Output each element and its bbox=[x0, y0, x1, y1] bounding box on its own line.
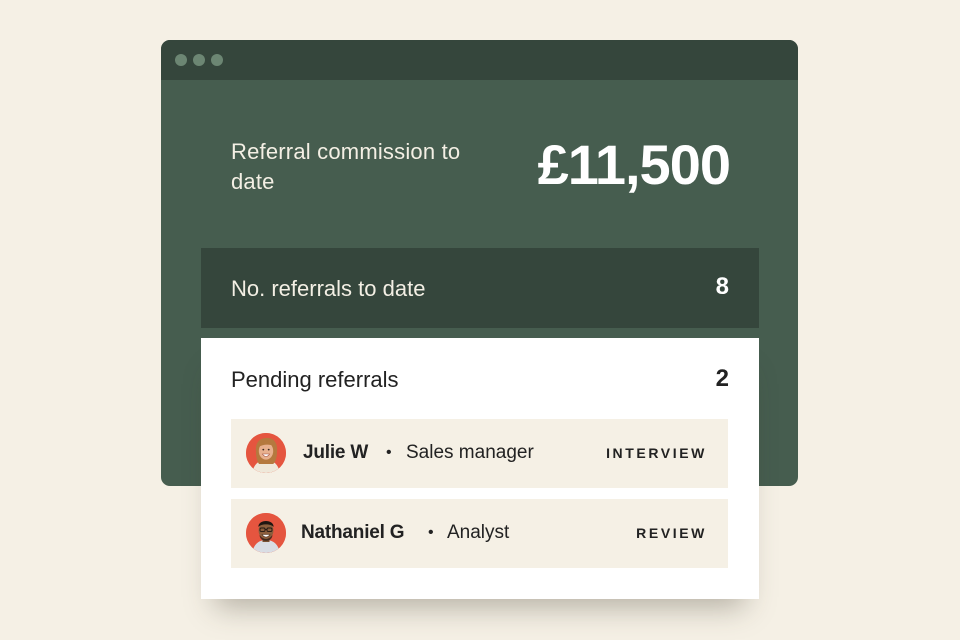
window-titlebar bbox=[161, 40, 798, 80]
referrals-summary-bar: No. referrals to date 8 bbox=[201, 248, 759, 328]
person-avatar-icon bbox=[246, 513, 286, 553]
pending-referrals-count: 2 bbox=[715, 365, 729, 392]
avatar bbox=[246, 433, 286, 473]
avatar bbox=[246, 513, 286, 553]
separator-dot: • bbox=[428, 524, 434, 541]
referrals-label: No. referrals to date bbox=[231, 276, 426, 301]
commission-label: Referral commission to date bbox=[231, 139, 461, 194]
window-control-dot[interactable] bbox=[193, 54, 205, 66]
pending-referral-row[interactable]: Julie W • Sales manager INTERVIEW bbox=[231, 419, 728, 488]
separator-dot: • bbox=[386, 444, 392, 461]
pending-referrals-card: Pending referrals 2 Julie W • Sales mana… bbox=[201, 338, 759, 599]
referral-name: Nathaniel G bbox=[301, 522, 405, 543]
status-badge: REVIEW bbox=[636, 525, 707, 541]
person-avatar-icon bbox=[246, 433, 286, 473]
pending-referrals-title: Pending referrals bbox=[231, 367, 399, 392]
window-control-dot[interactable] bbox=[211, 54, 223, 66]
window-control-dot[interactable] bbox=[175, 54, 187, 66]
status-badge: INTERVIEW bbox=[606, 445, 707, 461]
referral-role: Analyst bbox=[447, 522, 510, 543]
referrals-count: 8 bbox=[715, 273, 729, 300]
referral-name: Julie W bbox=[303, 442, 369, 463]
pending-referral-row[interactable]: Nathaniel G • Analyst REVIEW bbox=[231, 499, 728, 568]
commission-amount: £11,500 bbox=[537, 133, 731, 196]
referral-role: Sales manager bbox=[406, 442, 534, 463]
